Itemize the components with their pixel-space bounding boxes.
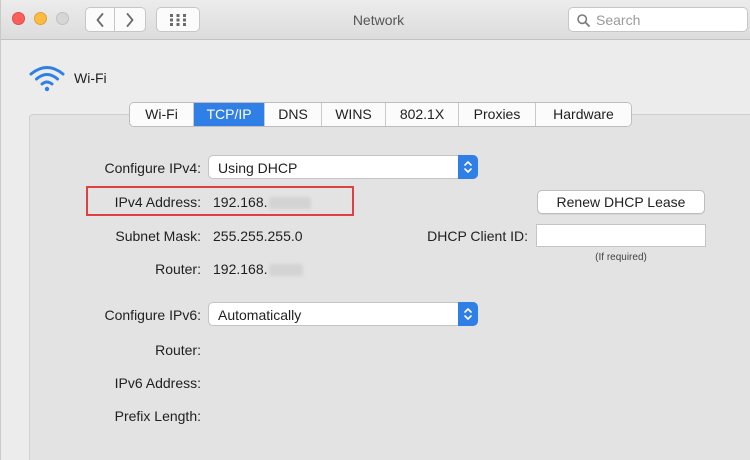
subnet-mask-label: Subnet Mask: (115, 228, 201, 244)
configure-ipv6-select[interactable]: Automatically (208, 302, 478, 326)
ipv6-router-label: Router: (155, 342, 201, 358)
renew-dhcp-lease-button[interactable]: Renew DHCP Lease (537, 190, 705, 214)
router-label: Router: (155, 261, 201, 277)
forward-button[interactable] (115, 7, 146, 32)
router-value: 192.168. (213, 261, 268, 277)
close-window-button[interactable] (12, 12, 25, 25)
redacted-blur (268, 197, 311, 210)
popup-stepper-icon (458, 155, 478, 179)
service-name: Wi-Fi (74, 70, 107, 86)
network-preferences-window: Network Wi-Fi Wi-Fi TCP/IP DNS WINS 802.… (0, 0, 750, 460)
ipv4-address-row: 192.168. (213, 194, 311, 210)
tab-dns[interactable]: DNS (265, 103, 322, 126)
window-title: Network (352, 12, 405, 28)
ipv4-address-label: IPv4 Address: (114, 194, 201, 210)
tab-8021x[interactable]: 802.1X (386, 103, 459, 126)
back-button[interactable] (85, 7, 115, 32)
tab-bar: Wi-Fi TCP/IP DNS WINS 802.1X Proxies Har… (129, 102, 632, 127)
router-row: 192.168. (213, 261, 303, 277)
configure-ipv6-label: Configure IPv6: (104, 307, 202, 323)
tab-tcpip[interactable]: TCP/IP (194, 103, 265, 126)
zoom-window-button[interactable] (56, 12, 69, 25)
configure-ipv4-label: Configure IPv4: (104, 160, 202, 176)
configure-ipv4-value: Using DHCP (218, 160, 298, 176)
tab-wifi[interactable]: Wi-Fi (130, 103, 194, 126)
tab-hardware[interactable]: Hardware (536, 103, 631, 126)
dhcp-client-id-hint: (If required) (595, 252, 647, 263)
dhcp-client-id-field[interactable] (536, 224, 706, 247)
chevron-right-icon (126, 12, 134, 27)
ipv6-address-label: IPv6 Address: (114, 375, 201, 391)
wifi-icon (29, 66, 65, 92)
configure-ipv6-value: Automatically (218, 307, 302, 323)
redacted-blur (268, 264, 303, 277)
minimize-window-button[interactable] (34, 12, 47, 25)
tab-proxies[interactable]: Proxies (459, 103, 536, 126)
configure-ipv4-select[interactable]: Using DHCP (208, 155, 478, 179)
search-icon (577, 14, 590, 27)
tab-wins[interactable]: WINS (322, 103, 386, 126)
prefix-length-label: Prefix Length: (114, 408, 201, 424)
search-input[interactable] (596, 11, 741, 28)
subnet-mask-value: 255.255.255.0 (213, 228, 303, 244)
grid-icon (170, 13, 186, 26)
show-all-button[interactable] (156, 7, 200, 32)
chevron-left-icon (96, 12, 104, 27)
search-field[interactable] (568, 7, 748, 32)
popup-stepper-icon (458, 302, 478, 326)
dhcp-client-id-label: DHCP Client ID: (427, 228, 528, 244)
title-bar: Network (1, 0, 750, 40)
ipv4-address-value: 192.168. (213, 194, 268, 210)
